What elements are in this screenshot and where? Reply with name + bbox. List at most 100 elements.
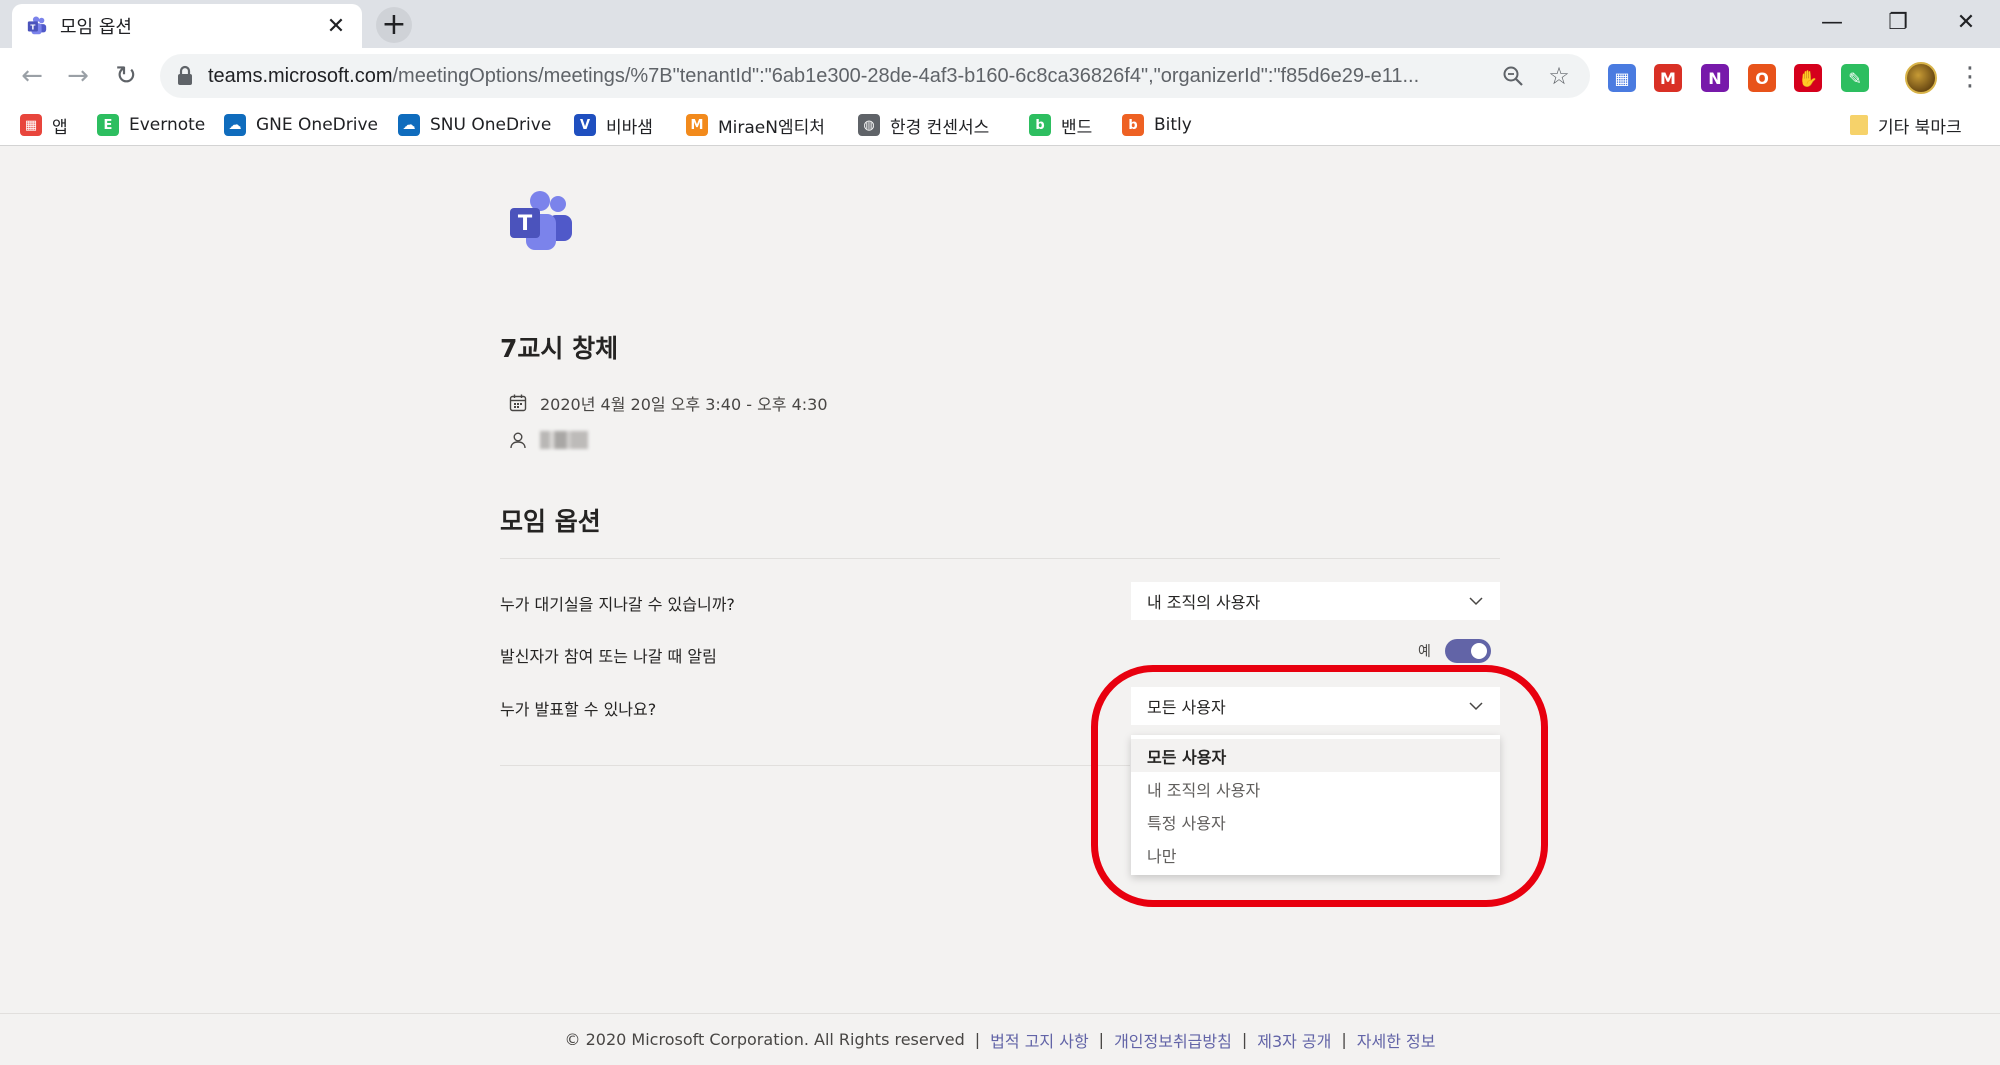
new-tab-button[interactable]: +	[376, 7, 412, 43]
meeting-options-page: T 7교시 창체 2020년 4월 20일 오후 3:40 - 오후 4:30 …	[0, 147, 2000, 1065]
miraen-icon: M	[686, 114, 708, 136]
office-extension-icon: O	[1755, 68, 1769, 88]
footer-separator: |	[1341, 1030, 1347, 1049]
bookmark-miraen[interactable]: M MiraeN엠티처	[686, 111, 825, 139]
bookmark-miraen-label: MiraeN엠티처	[718, 117, 825, 138]
bookmark-visang-label: 비바샘	[606, 117, 653, 138]
profile-avatar[interactable]	[1905, 62, 1937, 94]
restore-button[interactable]: ❐	[1870, 6, 1926, 38]
gne-onedrive-icon: ☁	[224, 114, 246, 136]
footer-separator: |	[1098, 1030, 1105, 1049]
footer-separator: |	[974, 1030, 981, 1049]
adblock-extension-icon: ✋	[1798, 68, 1818, 88]
calendar-icon	[509, 394, 527, 412]
bookmark-snu-onedrive[interactable]: ☁ SNU OneDrive	[398, 111, 551, 139]
teams-logo-icon: T	[510, 191, 572, 250]
presenter-select[interactable]: 모든 사용자	[1131, 687, 1500, 725]
extension-adblock[interactable]: ✋	[1794, 64, 1822, 92]
bookmark-gne-onedrive[interactable]: ☁ GNE OneDrive	[224, 111, 378, 139]
options-section-title: 모임 옵션	[500, 507, 601, 536]
notify-toggle-label: 예	[1418, 644, 1431, 660]
tab-title: 모임 옵션	[60, 17, 132, 38]
copyright-text: © 2020 Microsoft Corporation. All Rights…	[564, 1030, 965, 1049]
evernote-icon: E	[97, 114, 119, 136]
options-bottom-divider	[500, 765, 1130, 766]
other-bookmarks-label: 기타 북마크	[1878, 117, 1962, 138]
bookmark-visang[interactable]: V 비바샘	[574, 111, 653, 139]
gmail-extension-icon: M	[1660, 68, 1676, 88]
chevron-down-icon	[1469, 702, 1483, 711]
bookmark-apps-label: 앱	[52, 117, 68, 138]
browser-toolbar: ← → ↻ teams.microsoft.com/meetingOptions…	[0, 48, 2000, 104]
notify-toggle[interactable]	[1444, 639, 1491, 663]
extension-gmail[interactable]: M	[1654, 64, 1682, 92]
lobby-select[interactable]: 내 조직의 사용자	[1131, 582, 1500, 620]
notify-option-label: 발신자가 참여 또는 나갈 때 알림	[500, 647, 717, 666]
tab-close-icon[interactable]: ✕	[324, 14, 348, 39]
bookmark-gne-onedrive-label: GNE OneDrive	[256, 115, 378, 135]
bookmark-star-icon[interactable]: ☆	[1542, 59, 1576, 93]
apps-icon: ▦	[20, 114, 42, 136]
calendar-extension-icon: ▦	[1614, 68, 1630, 88]
bitly-icon: b	[1122, 114, 1144, 136]
presenter-dropdown-menu: 모든 사용자 내 조직의 사용자 특정 사용자 나만	[1131, 735, 1500, 875]
bookmark-snu-onedrive-label: SNU OneDrive	[430, 115, 552, 135]
extension-onenote[interactable]: N	[1701, 64, 1729, 92]
footer-link-third-party[interactable]: 제3자 공개	[1257, 1028, 1331, 1052]
visang-icon: V	[574, 114, 596, 136]
extension-calendar[interactable]: ▦	[1608, 64, 1636, 92]
section-divider	[500, 558, 1500, 559]
bookmark-hankyung[interactable]: ◍ 한경 컨센서스	[858, 111, 989, 139]
notify-toggle-group: 예	[1418, 639, 1491, 663]
lobby-option-label: 누가 대기실을 지나갈 수 있습니까?	[500, 595, 735, 614]
organizer-name-redacted	[540, 431, 588, 449]
dropdown-option-my-org[interactable]: 내 조직의 사용자	[1131, 772, 1500, 805]
bookmark-evernote[interactable]: E Evernote	[97, 111, 205, 139]
bookmark-apps[interactable]: ▦ 앱	[20, 111, 68, 139]
forward-button[interactable]: →	[62, 60, 94, 92]
teams-favicon-icon: T	[27, 16, 47, 35]
extension-office[interactable]: O	[1748, 64, 1776, 92]
meeting-title: 7교시 창체	[500, 334, 619, 363]
hankyung-icon: ◍	[858, 114, 880, 136]
bookmark-hankyung-label: 한경 컨센서스	[890, 117, 990, 138]
footer-link-legal[interactable]: 법적 고지 사항	[990, 1028, 1089, 1052]
zoom-icon[interactable]	[1496, 59, 1530, 93]
url-text[interactable]: teams.microsoft.com/meetingOptions/meeti…	[208, 65, 1484, 88]
svg-text:T: T	[30, 23, 35, 32]
browser-menu-icon[interactable]: ⋮	[1955, 60, 1985, 94]
window-close-button[interactable]: ✕	[1938, 6, 1994, 38]
footer-separator: |	[1241, 1030, 1248, 1049]
dropdown-option-only-me[interactable]: 나만	[1131, 838, 1500, 871]
dropdown-option-everyone[interactable]: 모든 사용자	[1131, 739, 1500, 772]
other-bookmarks[interactable]: 기타 북마크	[1850, 111, 1962, 139]
url-host: teams.microsoft.com	[208, 64, 393, 87]
footer-link-privacy[interactable]: 개인정보취급방침	[1114, 1028, 1232, 1052]
band-icon: b	[1029, 114, 1051, 136]
chevron-down-icon	[1469, 597, 1483, 606]
bookmarks-bar: ▦ 앱 E Evernote ☁ GNE OneDrive ☁ SNU OneDrive…	[0, 104, 2000, 146]
bookmark-band-label: 밴드	[1061, 117, 1093, 138]
onenote-extension-icon: N	[1708, 68, 1722, 88]
svg-text:T: T	[518, 211, 533, 235]
meeting-datetime-row: 2020년 4월 20일 오후 3:40 - 오후 4:30	[508, 391, 828, 415]
evernote-extension-icon: ✎	[1848, 68, 1862, 88]
presenter-option-label: 누가 발표할 수 있나요?	[500, 700, 657, 719]
reload-button[interactable]: ↻	[110, 60, 142, 92]
dropdown-option-specific-people[interactable]: 특정 사용자	[1131, 805, 1500, 838]
extension-evernote[interactable]: ✎	[1841, 64, 1869, 92]
lock-icon	[178, 65, 192, 85]
snu-onedrive-icon: ☁	[398, 114, 420, 136]
browser-tab[interactable]: T 모임 옵션 ✕	[12, 4, 362, 48]
folder-icon	[1850, 115, 1868, 135]
meeting-organizer-row	[508, 430, 588, 450]
address-bar[interactable]: teams.microsoft.com/meetingOptions/meeti…	[160, 54, 1590, 98]
bookmark-band[interactable]: b 밴드	[1029, 111, 1092, 139]
person-icon	[510, 432, 526, 449]
footer-link-more-info[interactable]: 자세한 정보	[1357, 1028, 1436, 1052]
bookmark-bitly[interactable]: b Bitly	[1122, 111, 1192, 139]
page-footer: © 2020 Microsoft Corporation. All Rights…	[0, 1013, 2000, 1065]
minimize-button[interactable]: —	[1804, 6, 1860, 38]
bookmark-evernote-label: Evernote	[129, 115, 206, 135]
back-button[interactable]: ←	[16, 60, 48, 92]
